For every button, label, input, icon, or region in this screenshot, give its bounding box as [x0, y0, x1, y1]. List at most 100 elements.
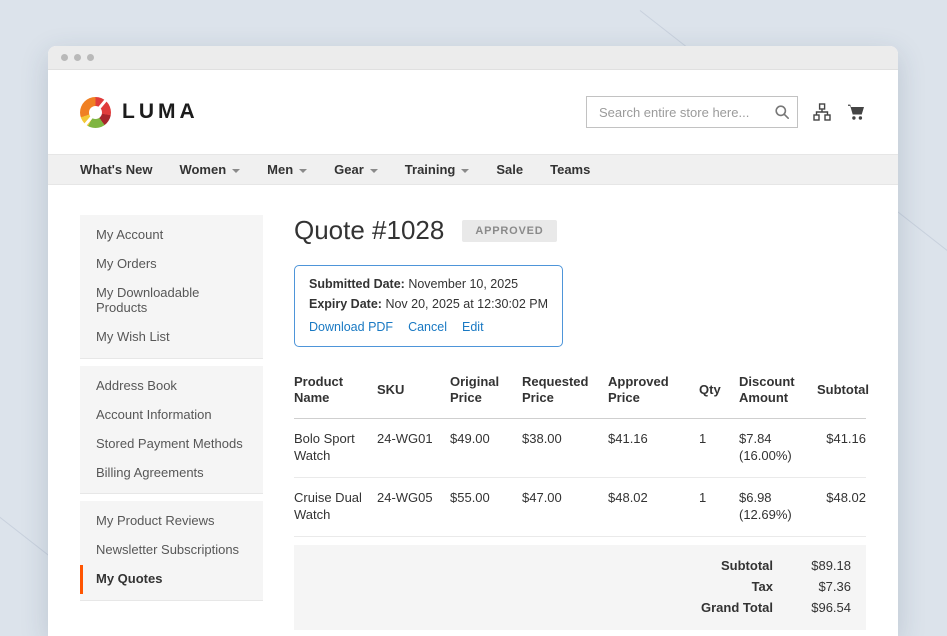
total-label: Grand Total: [701, 600, 773, 615]
sidebar-item-my-product-reviews[interactable]: My Product Reviews: [80, 507, 263, 536]
column-header-qty: Qty: [699, 370, 739, 419]
table-row: Cruise Dual Watch 24-WG05 $55.00 $47.00 …: [294, 477, 866, 536]
cell-requested-price: $47.00: [522, 477, 608, 536]
page-content: My Account My Orders My Downloadable Pro…: [48, 185, 898, 636]
luma-logo[interactable]: LUMA: [80, 97, 199, 128]
nav-item-teams[interactable]: Teams: [550, 162, 590, 177]
sidebar-item-address-book[interactable]: Address Book: [80, 372, 263, 401]
total-value: $96.54: [799, 600, 851, 615]
search-box: [586, 96, 798, 128]
discount-percent: (16.00%): [739, 448, 792, 463]
page-title: Quote #1028: [294, 215, 444, 246]
sidebar-group: My Product Reviews Newsletter Subscripti…: [80, 501, 263, 601]
cell-qty: 1: [699, 477, 739, 536]
expiry-date-label: Expiry Date:: [309, 297, 382, 311]
cell-sku: 24-WG05: [377, 477, 450, 536]
total-value: $7.36: [799, 579, 851, 594]
site-header: LUMA: [48, 70, 898, 154]
total-label: Tax: [752, 579, 773, 594]
nav-item-women[interactable]: Women: [179, 162, 240, 177]
status-badge: APPROVED: [462, 220, 556, 242]
sidebar-group: Address Book Account Information Stored …: [80, 366, 263, 495]
nav-item-label: Women: [179, 162, 226, 177]
nav-item-men[interactable]: Men: [267, 162, 307, 177]
sidebar-item-my-downloadable-products[interactable]: My Downloadable Products: [80, 279, 263, 323]
table-row: Bolo Sport Watch 24-WG01 $49.00 $38.00 $…: [294, 419, 866, 478]
nav-item-training[interactable]: Training: [405, 162, 470, 177]
search-icon[interactable]: [774, 104, 790, 125]
chevron-down-icon: [461, 169, 469, 173]
sidebar-group: My Account My Orders My Downloadable Pro…: [80, 215, 263, 359]
discount-amount: $7.84: [739, 431, 772, 446]
edit-link[interactable]: Edit: [462, 320, 484, 334]
cancel-link[interactable]: Cancel: [408, 320, 447, 334]
cell-qty: 1: [699, 419, 739, 478]
sidebar-item-my-account[interactable]: My Account: [80, 221, 263, 250]
sidebar-item-stored-payment-methods[interactable]: Stored Payment Methods: [80, 430, 263, 459]
nav-item-whats-new[interactable]: What's New: [80, 162, 152, 177]
cell-approved-price: $48.02: [608, 477, 699, 536]
cell-sku: 24-WG01: [377, 419, 450, 478]
main-navigation: What's New Women Men Gear Training Sale …: [48, 154, 898, 185]
quote-info-box: Submitted Date: November 10, 2025 Expiry…: [294, 265, 563, 347]
cell-discount: $7.84 (16.00%): [739, 419, 817, 478]
chevron-down-icon: [370, 169, 378, 173]
column-header-product-name: Product Name: [294, 370, 377, 419]
column-header-requested-price: Requested Price: [522, 370, 608, 419]
nav-item-label: Gear: [334, 162, 364, 177]
quote-items-table: Product Name SKU Original Price Requeste…: [294, 370, 866, 537]
compare-icon[interactable]: [813, 103, 831, 121]
column-header-sku: SKU: [377, 370, 450, 419]
cell-approved-price: $41.16: [608, 419, 699, 478]
sidebar-item-newsletter-subscriptions[interactable]: Newsletter Subscriptions: [80, 536, 263, 565]
nav-item-gear[interactable]: Gear: [334, 162, 378, 177]
total-row-subtotal: Subtotal $89.18: [721, 555, 851, 576]
nav-item-label: What's New: [80, 162, 152, 177]
window-control-dot[interactable]: [87, 54, 94, 61]
chevron-down-icon: [299, 169, 307, 173]
sidebar-item-account-information[interactable]: Account Information: [80, 401, 263, 430]
cell-discount: $6.98 (12.69%): [739, 477, 817, 536]
submitted-date-value: November 10, 2025: [408, 277, 518, 291]
nav-item-label: Sale: [496, 162, 523, 177]
quote-totals: Subtotal $89.18 Tax $7.36 Grand Total $9…: [294, 545, 866, 630]
total-row-tax: Tax $7.36: [752, 576, 851, 597]
sidebar-item-my-orders[interactable]: My Orders: [80, 250, 263, 279]
column-header-approved-price: Approved Price: [608, 370, 699, 419]
nav-item-label: Men: [267, 162, 293, 177]
total-label: Subtotal: [721, 558, 773, 573]
submitted-date-label: Submitted Date:: [309, 277, 405, 291]
window-control-dot[interactable]: [74, 54, 81, 61]
cell-product-name: Bolo Sport Watch: [294, 419, 377, 478]
cell-subtotal: $48.02: [817, 477, 866, 536]
table-header-row: Product Name SKU Original Price Requeste…: [294, 370, 866, 419]
window-control-dot[interactable]: [61, 54, 68, 61]
cell-subtotal: $41.16: [817, 419, 866, 478]
nav-item-label: Teams: [550, 162, 590, 177]
search-input[interactable]: [586, 96, 798, 128]
account-sidebar: My Account My Orders My Downloadable Pro…: [80, 215, 263, 636]
sidebar-item-my-wish-list[interactable]: My Wish List: [80, 323, 263, 352]
quote-main: Quote #1028 APPROVED Submitted Date: Nov…: [294, 215, 866, 636]
quote-actions: Download PDF Cancel Edit: [309, 320, 548, 334]
cell-original-price: $49.00: [450, 419, 522, 478]
download-pdf-link[interactable]: Download PDF: [309, 320, 393, 334]
cell-original-price: $55.00: [450, 477, 522, 536]
quote-header: Quote #1028 APPROVED: [294, 215, 866, 246]
discount-amount: $6.98: [739, 490, 772, 505]
expiry-date-value: Nov 20, 2025 at 12:30:02 PM: [385, 297, 548, 311]
luma-logo-text: LUMA: [122, 100, 199, 124]
cart-icon[interactable]: [846, 102, 866, 122]
submitted-date-line: Submitted Date: November 10, 2025: [309, 276, 548, 292]
chevron-down-icon: [232, 169, 240, 173]
total-value: $89.18: [799, 558, 851, 573]
header-right-cluster: [586, 96, 866, 128]
sidebar-item-my-quotes[interactable]: My Quotes: [80, 565, 263, 594]
nav-item-label: Training: [405, 162, 456, 177]
browser-window: LUMA: [48, 46, 898, 636]
cell-requested-price: $38.00: [522, 419, 608, 478]
column-header-discount-amount: Discount Amount: [739, 370, 817, 419]
nav-item-sale[interactable]: Sale: [496, 162, 523, 177]
sidebar-item-billing-agreements[interactable]: Billing Agreements: [80, 459, 263, 488]
column-header-subtotal: Subtotal: [817, 370, 866, 419]
